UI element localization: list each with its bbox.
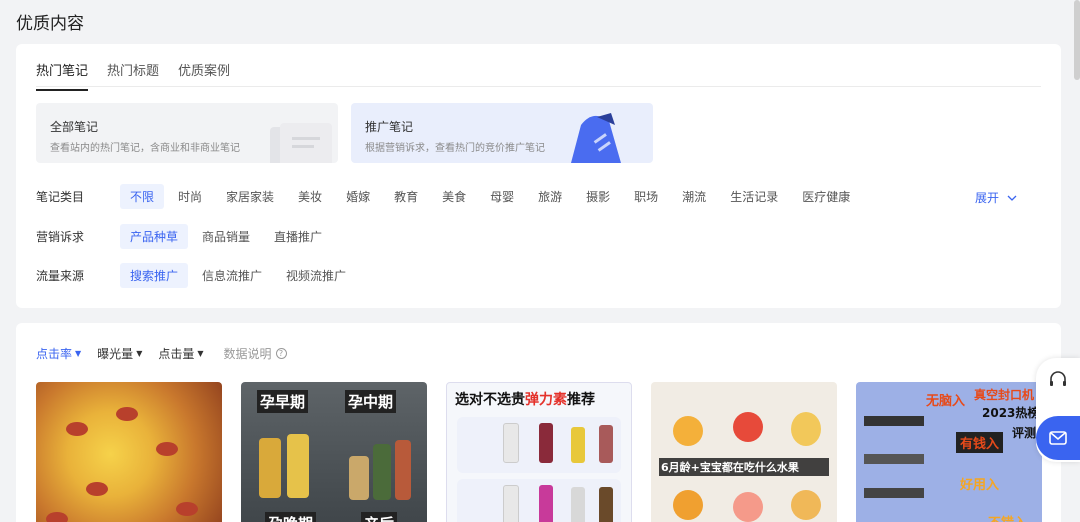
category-option[interactable]: 家居家装 [216, 184, 284, 209]
scrollbar[interactable] [1074, 0, 1080, 80]
document-illustration-icon [270, 123, 332, 163]
note-thumbnails: 孕早期 孕中期 孕晚期 产后 选对不选贵弹力素推荐 [36, 382, 1042, 522]
category-option[interactable]: 母婴 [480, 184, 524, 209]
sort-impressions-button[interactable]: 曝光量 ▼ [97, 345, 142, 362]
sort-ctr-button[interactable]: 点击率 ▼ [36, 345, 81, 362]
marketing-filter-row: 营销诉求 产品种草 商品销量 直播推广 [36, 224, 336, 249]
category-filter-row: 笔记类目 不限 时尚 家居家装 美妆 婚嫁 教育 美食 母婴 旅游 摄影 职场 … [36, 184, 864, 209]
thumb-tag: 好用入 [960, 478, 1000, 493]
caret-down-icon: ▼ [136, 349, 143, 358]
category-option[interactable]: 婚嫁 [336, 184, 380, 209]
data-info-label: 数据说明 [223, 347, 272, 361]
help-icon: ? [275, 348, 287, 359]
thumb-title-a: 选对不选贵 [455, 392, 525, 408]
message-button[interactable] [1036, 416, 1080, 460]
thumb-tag: 不错入 [988, 512, 1027, 522]
category-option[interactable]: 生活记录 [720, 184, 788, 209]
results-card: 点击率▼ 曝光量▼ 点击量▼ 数据说明? 孕早期 孕中期 孕晚期 产后 选对不选… [16, 323, 1061, 522]
thumb-caption: 6月龄+宝宝都在吃什么水果 [661, 461, 799, 474]
thumb-label: 产后 [361, 512, 398, 522]
note-thumbnail-pizza[interactable] [36, 382, 222, 522]
thumb-label: 孕晚期 [265, 512, 317, 522]
sort-label: 曝光量 [97, 347, 134, 361]
thumb-title-b: 弹力素 [525, 392, 567, 408]
note-thumbnail-baby-fruit[interactable]: 6月龄+宝宝都在吃什么水果 [651, 382, 837, 522]
category-option[interactable]: 美食 [432, 184, 476, 209]
expand-button[interactable]: 展开 [975, 189, 1017, 206]
category-option[interactable]: 职场 [624, 184, 668, 209]
promo-illustration-icon [571, 113, 621, 163]
marketing-option[interactable]: 直播推广 [264, 224, 332, 249]
headset-icon[interactable] [1048, 370, 1068, 390]
marketing-filter-label: 营销诉求 [36, 230, 85, 244]
thumb-label: 孕早期 [257, 390, 309, 413]
category-option[interactable]: 美妆 [288, 184, 332, 209]
caret-down-icon: ▼ [197, 349, 204, 358]
category-option[interactable]: 旅游 [528, 184, 572, 209]
chevron-down-icon [1007, 195, 1017, 201]
expand-label: 展开 [974, 191, 999, 205]
tab-divider [36, 86, 1041, 87]
sort-label: 点击率 [36, 347, 73, 361]
category-option[interactable]: 潮流 [672, 184, 716, 209]
thumb-subtitle: 评测 [1012, 426, 1037, 440]
thumb-title: 真空封口机 [974, 388, 1035, 402]
traffic-filter-label: 流量来源 [36, 269, 85, 283]
sort-clicks-button[interactable]: 点击量 ▼ [158, 345, 203, 362]
category-option[interactable]: 教育 [384, 184, 428, 209]
page-title: 优质内容 [16, 14, 84, 34]
data-info-link[interactable]: 数据说明? [224, 345, 287, 362]
marketing-option[interactable]: 商品销量 [192, 224, 260, 249]
traffic-option[interactable]: 信息流推广 [192, 263, 272, 288]
traffic-option[interactable]: 视频流推广 [276, 263, 356, 288]
note-thumbnail-pregnancy[interactable]: 孕早期 孕中期 孕晚期 产后 [241, 382, 427, 522]
category-option[interactable]: 时尚 [168, 184, 212, 209]
thumb-label: 孕中期 [345, 390, 397, 413]
caret-down-icon: ▼ [75, 349, 82, 358]
thumb-subtitle: 2023热榜 [982, 406, 1040, 420]
note-thumbnail-vacuum-sealer[interactable]: 真空封口机 2023热榜 评测 无脑入 有钱入 好用入 不错入 [856, 382, 1042, 522]
note-thumbnail-haircare[interactable]: 选对不选贵弹力素推荐 [446, 382, 632, 522]
marketing-option[interactable]: 产品种草 [120, 224, 189, 249]
thumb-title-c: 推荐 [567, 392, 595, 408]
category-option[interactable]: 不限 [120, 184, 165, 209]
sort-bar: 点击率 ▼ 曝光量 ▼ 点击量 ▼ 数据说明? [36, 345, 287, 362]
category-option[interactable]: 摄影 [576, 184, 620, 209]
traffic-option[interactable]: 搜索推广 [120, 263, 189, 288]
thumb-tag: 无脑入 [926, 394, 966, 409]
sort-label: 点击量 [158, 347, 195, 361]
filter-card: 热门笔记 热门标题 优质案例 全部笔记 查看站内的热门笔记，含商业和非商业笔记 … [16, 44, 1061, 308]
mail-icon [1049, 431, 1067, 445]
thumb-tag: 有钱入 [956, 432, 1004, 453]
all-notes-card[interactable]: 全部笔记 查看站内的热门笔记，含商业和非商业笔记 [36, 103, 338, 163]
category-filter-label: 笔记类目 [36, 190, 85, 204]
promo-notes-card[interactable]: 推广笔记 根据营销诉求，查看热门的竞价推广笔记 [351, 103, 653, 163]
traffic-filter-row: 流量来源 搜索推广 信息流推广 视频流推广 [36, 263, 360, 288]
category-option[interactable]: 医疗健康 [792, 184, 860, 209]
